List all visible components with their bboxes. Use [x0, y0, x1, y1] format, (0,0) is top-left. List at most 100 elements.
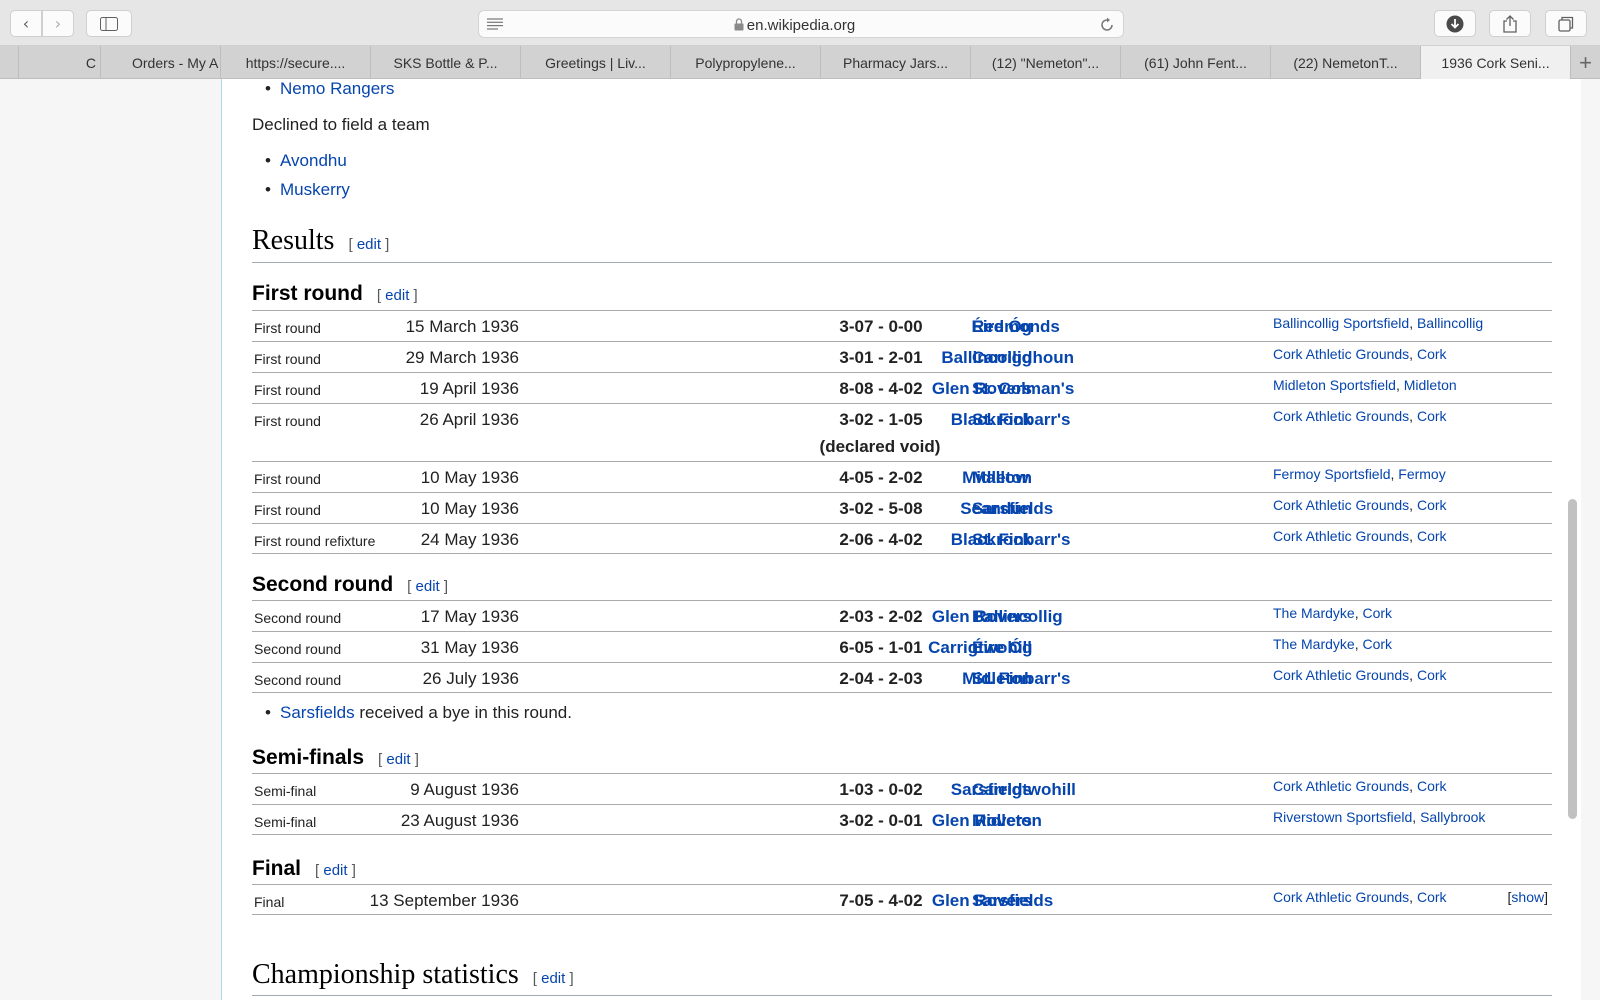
away-team-link[interactable]: St. Finbarr's	[972, 410, 1071, 430]
tab-label: SKS Bottle & P...	[393, 54, 498, 71]
tab-overview-button[interactable]	[1545, 10, 1587, 37]
team-link[interactable]: Nemo Rangers	[280, 79, 394, 98]
venue-link[interactable]: Cork Athletic Grounds	[1273, 497, 1409, 513]
place-link[interactable]: Cork	[1417, 346, 1447, 362]
lock-icon	[734, 18, 744, 31]
table-row: Semi-final 23 August 1936 Glen Rovers 3-02 …	[252, 804, 1552, 835]
team-link[interactable]: Avondhu	[280, 151, 347, 170]
away-team-link[interactable]: Midleton	[972, 811, 1042, 831]
share-button[interactable]	[1489, 10, 1531, 37]
venue-separator: ,	[1409, 667, 1417, 683]
edit-section: [ edit ]	[407, 578, 448, 595]
place-link[interactable]: Cork	[1417, 778, 1447, 794]
place-link[interactable]: Cork	[1417, 667, 1447, 683]
venue-link[interactable]: Cork Athletic Grounds	[1273, 889, 1409, 905]
tab-label: (22) NemetonT...	[1293, 54, 1398, 71]
tab-label: (12) "Nemeton"...	[991, 54, 1100, 71]
away-team-link[interactable]: Mallow	[972, 468, 1029, 488]
away-team-link[interactable]: Carrigdhoun	[972, 348, 1074, 368]
venue-cell: The Mardyke, Cork	[1273, 636, 1392, 652]
away-team-link[interactable]: Redmonds	[972, 317, 1060, 337]
place-link[interactable]: Cork	[1362, 605, 1392, 621]
venue-link[interactable]: The Mardyke	[1273, 636, 1355, 652]
forward-button[interactable]: ›	[42, 10, 74, 37]
sidebar-toggle-button[interactable]	[86, 10, 132, 37]
place-link[interactable]: Midleton	[1404, 377, 1457, 393]
venue-link[interactable]: Cork Athletic Grounds	[1273, 778, 1409, 794]
venue-link[interactable]: Midleton Sportsfield	[1273, 377, 1396, 393]
tab-4[interactable]: SKS Bottle & P...	[370, 46, 520, 79]
tab-3[interactable]: https://secure....	[220, 46, 370, 79]
place-link[interactable]: Ballincollig	[1417, 315, 1483, 331]
edit-link[interactable]: edit	[357, 236, 381, 253]
venue-link[interactable]: Ballincollig Sportsfield	[1273, 315, 1409, 331]
place-link[interactable]: Cork	[1417, 497, 1447, 513]
tab-11-active[interactable]: 1936 Cork Seni...	[1420, 46, 1570, 79]
tab-5[interactable]: Greetings | Liv...	[520, 46, 670, 79]
away-team-link[interactable]: St. Colman's	[972, 379, 1074, 399]
list-item: Nemo Rangers	[265, 79, 394, 99]
venue-separator: ,	[1409, 408, 1417, 424]
new-tab-button[interactable]: +	[1570, 46, 1600, 79]
venue-link[interactable]: Fermoy Sportsfield	[1273, 466, 1390, 482]
away-team-link[interactable]: St. Finbarr's	[972, 530, 1071, 550]
scrollbar-thumb[interactable]	[1568, 499, 1577, 819]
round-cell: First round	[254, 320, 321, 336]
table-row: Second round 17 May 1936 Glen Rovers 2-03 -…	[252, 600, 1552, 631]
edit-link[interactable]: edit	[541, 970, 565, 987]
away-team-link[interactable]: Éire Óg	[972, 638, 1032, 658]
tab-7[interactable]: Pharmacy Jars...	[820, 46, 970, 79]
table-row: First round refixture 24 May 1936 Blackroc…	[252, 523, 1552, 554]
tab-label: Greetings | Liv...	[545, 54, 646, 71]
bracket: [	[315, 862, 320, 879]
away-team-link[interactable]: St. Finbarr's	[972, 669, 1071, 689]
share-icon	[1503, 14, 1517, 33]
place-link[interactable]: Fermoy	[1398, 466, 1445, 482]
edit-link[interactable]: edit	[416, 578, 440, 595]
away-team-link[interactable]: Sarsfields	[972, 891, 1053, 911]
tab-9[interactable]: (61) John Fent...	[1120, 46, 1270, 79]
away-team-link[interactable]: Carrigtwohill	[972, 780, 1076, 800]
tab-10[interactable]: (22) NemetonT...	[1270, 46, 1420, 79]
away-team-link[interactable]: Ballincollig	[972, 607, 1063, 627]
tab-6[interactable]: Polypropylene...	[670, 46, 820, 79]
venue-cell: Cork Athletic Grounds, Cork	[1273, 889, 1447, 905]
date-cell: 10 May 1936	[420, 499, 519, 518]
downloads-button[interactable]	[1434, 10, 1476, 37]
venue-link[interactable]: The Mardyke	[1273, 605, 1355, 621]
address-bar[interactable]: en.wikipedia.org	[478, 10, 1124, 38]
place-link[interactable]: Cork	[1417, 528, 1447, 544]
tab-bar: C Orders - My A https://secure.... SKS B…	[0, 46, 1600, 79]
venue-separator: ,	[1412, 809, 1421, 825]
chevron-left-icon: ‹	[22, 14, 30, 33]
venue-link[interactable]: Riverstown Sportsfield	[1273, 809, 1412, 825]
venue-link[interactable]: Cork Athletic Grounds	[1273, 667, 1409, 683]
venue-link[interactable]: Cork Athletic Grounds	[1273, 408, 1409, 424]
show-link[interactable]: show	[1511, 889, 1544, 905]
venue-separator: ,	[1409, 778, 1417, 794]
edit-link[interactable]: edit	[323, 862, 347, 879]
venue-cell: Cork Athletic Grounds, Cork	[1273, 408, 1447, 424]
tab-1[interactable]: C	[18, 46, 100, 79]
place-link[interactable]: Cork	[1417, 408, 1447, 424]
tab-8[interactable]: (12) "Nemeton"...	[970, 46, 1120, 79]
edit-link[interactable]: edit	[385, 287, 409, 304]
venue-link[interactable]: Cork Athletic Grounds	[1273, 346, 1409, 362]
place-link[interactable]: Cork	[1362, 636, 1392, 652]
back-button[interactable]: ‹	[10, 10, 42, 37]
edit-link[interactable]: edit	[386, 751, 410, 768]
tab-2[interactable]: Orders - My A	[100, 46, 220, 79]
team-link[interactable]: Sarsfields	[280, 703, 355, 722]
away-team-link[interactable]: Sarsfields	[972, 499, 1053, 519]
table-row: First round 10 May 1936 Midleton 4-05 - 2-0…	[252, 461, 1552, 492]
bracket: ]	[443, 578, 449, 595]
team-link[interactable]: Muskerry	[280, 180, 350, 199]
article-body: Nemo Rangers Declined to field a team Av…	[221, 79, 1581, 1000]
date-cell: 26 July 1936	[422, 669, 519, 688]
place-link[interactable]: Sallybrook	[1420, 809, 1485, 825]
place-link[interactable]: Cork	[1417, 889, 1447, 905]
reload-icon[interactable]	[1099, 17, 1115, 33]
venue-cell: Cork Athletic Grounds, Cork	[1273, 667, 1447, 683]
bracket: ]	[569, 970, 574, 987]
venue-link[interactable]: Cork Athletic Grounds	[1273, 528, 1409, 544]
